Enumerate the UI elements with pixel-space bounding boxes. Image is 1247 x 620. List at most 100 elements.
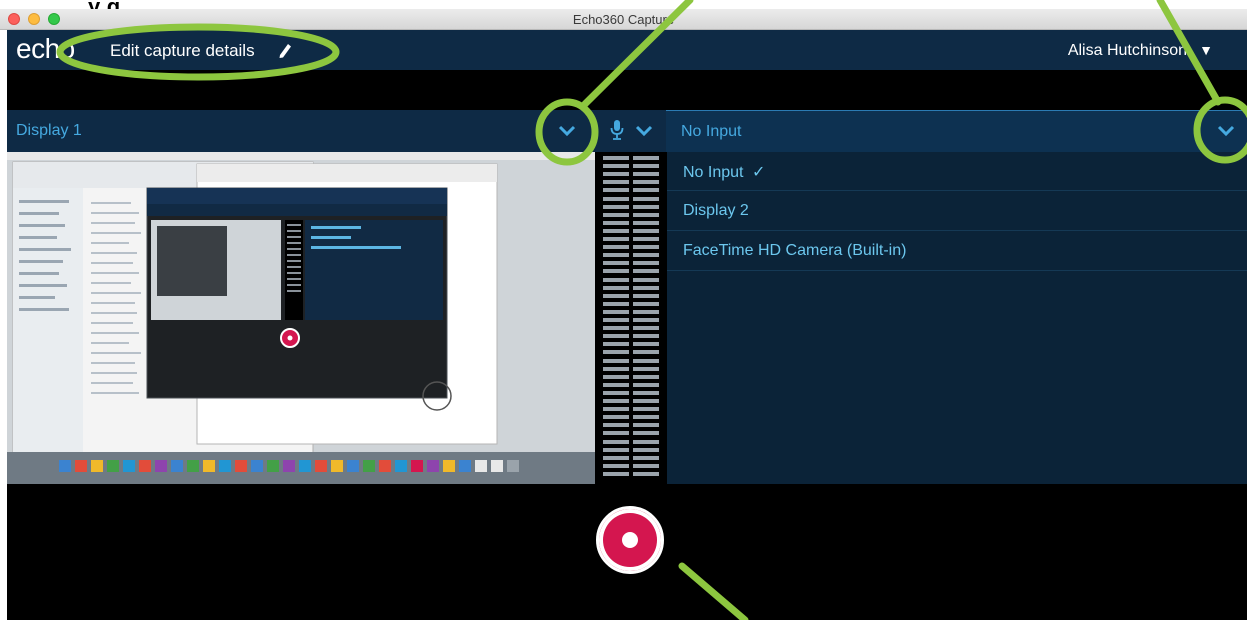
meter-segment (633, 318, 659, 322)
meter-segment (633, 261, 659, 266)
meter-segment (603, 423, 629, 428)
window-title: Echo360 Capture (572, 12, 675, 27)
menu-divider (667, 190, 1247, 191)
meter-segment (603, 309, 629, 314)
meter-segment (603, 366, 629, 371)
meter-segment (633, 301, 659, 306)
meter-segment (633, 326, 659, 331)
echo-logo: echo (16, 33, 75, 64)
meter-segment (603, 447, 629, 452)
meter-segment (603, 277, 629, 282)
checkmark-icon: ✓ (751, 164, 766, 181)
menu-item-facetime-camera[interactable]: FaceTime HD Camera (Built-in) (683, 242, 906, 260)
display-1-preview (7, 152, 595, 484)
meter-segment (633, 220, 659, 225)
meter-segment (633, 188, 659, 193)
meter-segment (603, 431, 629, 436)
meter-segment (633, 358, 659, 363)
meter-segment (633, 293, 659, 298)
meter-segment (633, 228, 659, 233)
meter-segment (603, 471, 629, 476)
user-menu-caret-icon[interactable]: ▼ (1199, 42, 1213, 58)
meter-segment (603, 188, 629, 193)
meter-segment (633, 415, 659, 420)
meter-segment (603, 390, 629, 395)
source-1-header[interactable]: Display 1 (7, 110, 592, 152)
meter-segment (603, 164, 629, 169)
record-button[interactable] (596, 506, 664, 574)
meter-segment (603, 415, 629, 420)
meter-segment (603, 180, 629, 185)
menu-divider (667, 270, 1247, 271)
meter-segment (633, 342, 659, 347)
pencil-icon[interactable] (277, 41, 293, 59)
source-1-label: Display 1 (16, 122, 82, 139)
meter-segment (633, 455, 659, 460)
audio-source-header[interactable] (592, 110, 666, 152)
meter-segment (603, 455, 629, 460)
meter-segment (633, 447, 659, 452)
menu-item-display-2[interactable]: Display 2 (683, 202, 749, 220)
app-header: echo Edit capture details Alisa Hutchins… (7, 30, 1247, 70)
meter-segment (633, 399, 659, 403)
meter-segment (633, 382, 659, 387)
menu-item-label: No Input (683, 164, 744, 181)
meter-segment (603, 156, 629, 160)
source-1-chevron-down-icon[interactable] (558, 125, 576, 137)
meter-segment (603, 301, 629, 306)
microphone-icon[interactable] (610, 119, 624, 141)
meter-segment (633, 309, 659, 314)
meter-segment (633, 180, 659, 185)
window-titlebar[interactable]: Echo360 Capture (0, 9, 1247, 30)
meter-segment (603, 334, 629, 339)
menu-item-label: FaceTime HD Camera (Built-in) (683, 242, 907, 259)
meter-segment (603, 212, 629, 217)
meter-segment (633, 350, 659, 355)
meter-segment (603, 196, 629, 201)
meter-segment (603, 407, 629, 412)
meter-segment (633, 237, 659, 241)
meter-segment (633, 253, 659, 258)
meter-segment (633, 390, 659, 395)
menu-item-no-input[interactable]: No Input ✓ (683, 162, 765, 182)
meter-segment (633, 172, 659, 177)
meter-segment (603, 245, 629, 250)
menu-divider (667, 230, 1247, 231)
meter-segment (603, 204, 629, 209)
meter-segment (603, 220, 629, 225)
meter-segment (603, 374, 629, 379)
audio-chevron-down-icon[interactable] (635, 125, 653, 137)
meter-segment (633, 439, 659, 444)
source-2-header[interactable]: No Input (666, 110, 1247, 152)
meter-segment (633, 366, 659, 371)
meter-segment (603, 253, 629, 258)
meter-segment (633, 269, 659, 274)
meter-segment (603, 293, 629, 298)
meter-segment (633, 212, 659, 217)
record-icon (622, 532, 638, 548)
user-menu-name[interactable]: Alisa Hutchinson (1068, 42, 1187, 60)
source-2-chevron-down-icon[interactable] (1217, 125, 1235, 137)
source-2-dropdown-menu: No Input ✓ Display 2 FaceTime HD Camera … (667, 152, 1247, 484)
meter-segment (603, 172, 629, 177)
meter-segment (603, 342, 629, 347)
meter-segment (603, 228, 629, 233)
meter-segment (633, 164, 659, 169)
meter-segment (633, 471, 659, 476)
meter-segment (633, 407, 659, 412)
audio-level-meter (595, 152, 667, 484)
meter-segment (633, 423, 659, 428)
meter-segment (603, 463, 629, 468)
meter-segment (633, 463, 659, 468)
meter-segment (603, 285, 629, 290)
meter-segment (633, 156, 659, 160)
meter-segment (603, 261, 629, 266)
meter-segment (633, 277, 659, 282)
meter-segment (603, 350, 629, 355)
source-2-label: No Input (681, 123, 742, 140)
meter-segment (633, 285, 659, 290)
meter-segment (603, 399, 629, 403)
menu-item-label: Display 2 (683, 202, 749, 219)
edit-capture-details-button[interactable]: Edit capture details (110, 41, 255, 61)
meter-segment (603, 318, 629, 322)
